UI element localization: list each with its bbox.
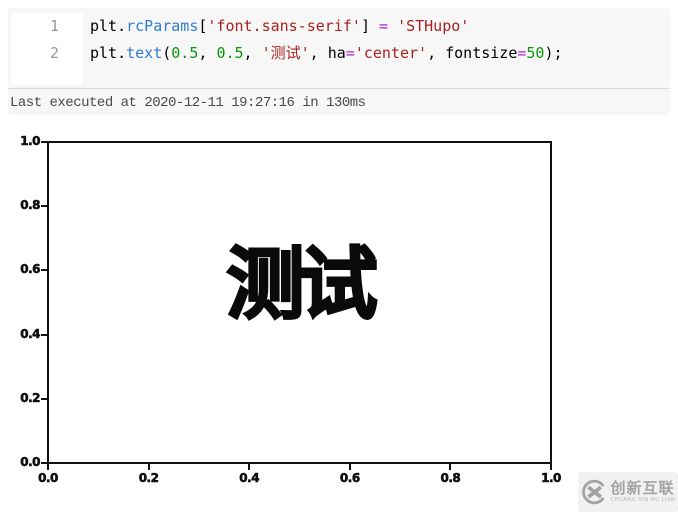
- code-token: 'STHupo': [397, 17, 470, 35]
- code-token: ]: [360, 17, 379, 35]
- x-tick-label: 0.6: [339, 471, 361, 486]
- y-tick-label: 0.8: [20, 198, 41, 213]
- code-line[interactable]: plt.text(0.5, 0.5, '测试', ha='center', fo…: [90, 40, 664, 67]
- watermark: 创新互联 CHUANG XIN HU LIAN: [578, 472, 678, 512]
- watermark-logo-icon: [581, 479, 605, 505]
- execution-status-bar: Last executed at 2020-12-11 19:27:16 in …: [8, 88, 670, 115]
- watermark-cn-text: 创新互联: [610, 479, 675, 497]
- code-token: =: [345, 44, 355, 62]
- matplotlib-figure: 测试 创新互联 CHUANG XIN HU LIAN 1.0 0.8 0.6 0.4 0…: [0, 115, 678, 513]
- x-tick-label: 0.2: [138, 471, 159, 486]
- code-editor[interactable]: plt.rcParams['font.sans-serif'] = 'STHup…: [90, 13, 664, 67]
- y-tick-mark: [41, 397, 47, 400]
- code-token: 0.5: [171, 44, 199, 62]
- y-tick-label: 0.6: [20, 262, 41, 277]
- code-token: =: [379, 17, 389, 35]
- y-tick-label: 0.0: [20, 455, 41, 470]
- line-number: 1: [49, 17, 59, 35]
- code-token: );: [544, 44, 563, 62]
- y-tick-mark: [41, 333, 47, 336]
- y-tick-label: 0.2: [20, 390, 41, 405]
- code-token: 'center': [354, 44, 428, 62]
- code-token: , ha: [309, 44, 346, 62]
- x-tick-mark: [147, 464, 150, 470]
- code-token: 'font.sans-serif': [207, 17, 361, 35]
- code-token: (: [162, 44, 172, 62]
- x-tick-mark: [348, 464, 351, 470]
- x-tick-mark: [550, 464, 552, 470]
- x-tick-label: 1.0: [541, 471, 562, 486]
- x-tick-label: 0.4: [239, 471, 260, 486]
- line-number: 2: [49, 44, 59, 62]
- y-tick-mark: [41, 141, 47, 143]
- code-token: ,: [198, 44, 217, 62]
- y-tick-label: 1.0: [20, 134, 41, 149]
- code-token: rcParams: [126, 17, 199, 35]
- code-token: text: [126, 44, 163, 62]
- code-token: , fontsize: [427, 44, 518, 62]
- code-token: '测试': [261, 44, 310, 62]
- code-line[interactable]: plt.rcParams['font.sans-serif'] = 'STHup…: [90, 13, 664, 40]
- code-token: ,: [243, 44, 262, 62]
- code-token: plt.: [90, 44, 127, 62]
- jupyter-notebook-output: 12 plt.rcParams['font.sans-serif'] = 'ST…: [0, 0, 678, 513]
- x-tick-mark: [47, 464, 49, 470]
- plot-center-text: 测试: [225, 240, 379, 330]
- x-tick-label: 0.0: [38, 471, 59, 486]
- code-token: 0.5: [216, 44, 244, 62]
- x-tick-label: 0.8: [440, 471, 461, 486]
- x-tick-mark: [449, 464, 452, 470]
- y-tick-mark: [41, 269, 47, 272]
- code-cell[interactable]: 12 plt.rcParams['font.sans-serif'] = 'ST…: [8, 8, 670, 88]
- code-token: plt.: [90, 17, 127, 35]
- execution-status-text: Last executed at 2020-12-11 19:27:16 in …: [10, 95, 366, 111]
- line-number-gutter: 12: [11, 13, 83, 85]
- watermark-en-text: CHUANG XIN HU LIAN: [610, 497, 676, 503]
- y-tick-mark: [41, 205, 47, 208]
- code-token: 50: [526, 44, 545, 62]
- x-tick-mark: [248, 464, 251, 470]
- y-tick-label: 0.4: [20, 326, 41, 341]
